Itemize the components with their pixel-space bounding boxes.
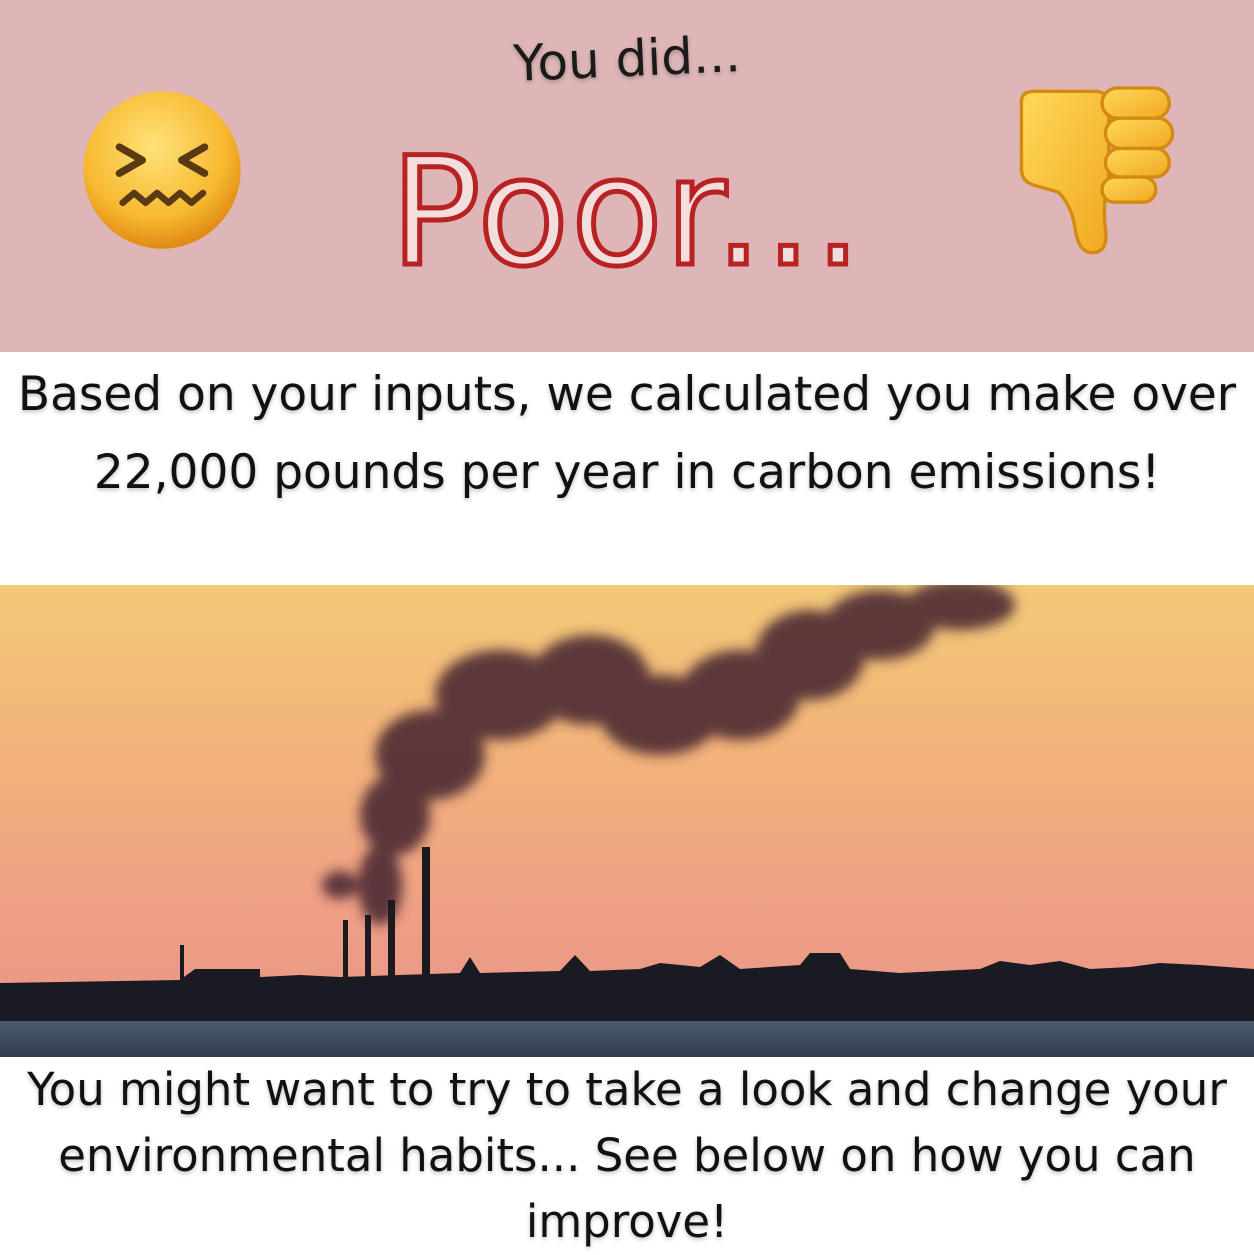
result-header: You did... Poor... <box>0 0 1254 352</box>
advice-message: You might want to try to take a look and… <box>27 1063 1227 1248</box>
rating-word: Poor <box>388 126 716 301</box>
smokestack-emissions-photo <box>0 585 1254 1057</box>
result-message: Based on your inputs, we calculated you … <box>17 367 1237 500</box>
thumbs-down-icon <box>1019 86 1175 255</box>
rating-ellipsis: ... <box>712 126 864 301</box>
